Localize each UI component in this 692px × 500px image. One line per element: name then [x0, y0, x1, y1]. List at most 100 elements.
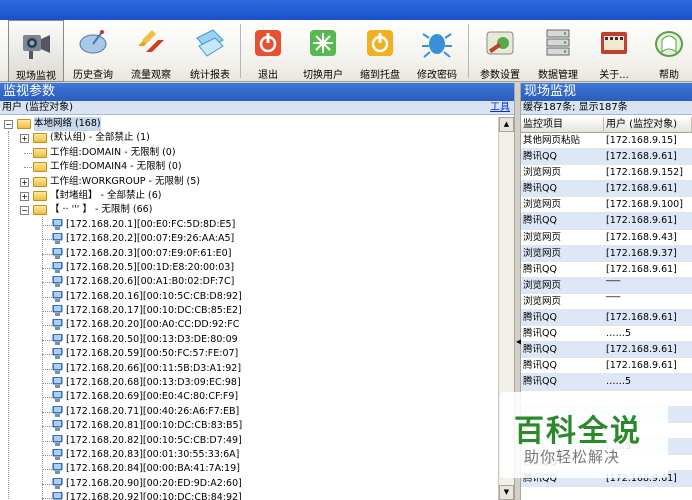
settings-tools-icon: [483, 26, 517, 60]
table-row[interactable]: 浏览网页 [172.168.9.43]: [521, 230, 692, 246]
expand-icon[interactable]: +: [20, 177, 29, 187]
folder-icon: [33, 176, 47, 187]
tree-group-item[interactable]: + (默认组) - 全部禁止 (1): [0, 131, 498, 145]
toolbar-button-3[interactable]: 统计报表: [182, 20, 238, 82]
tree-host-item[interactable]: [172.168.20.1][00:E0:FC:5D:8D:E5]: [0, 218, 498, 232]
column-header-item[interactable]: 监控项目: [521, 117, 604, 132]
toolbar-button-5[interactable]: 切换用户: [296, 20, 350, 82]
table-row[interactable]: 腾讯QQ [172.168.9.61]: [521, 262, 692, 278]
toolbar-button-2[interactable]: 流量观察: [124, 20, 178, 82]
computer-icon: [52, 290, 63, 303]
tree-group-item[interactable]: + 工作组:WORKGROUP - 无限制 (5): [0, 175, 498, 189]
scroll-up-button[interactable]: ▲: [499, 117, 514, 132]
tree-group-item[interactable]: 工作组:DOMAIN - 无限制 (0): [0, 146, 498, 160]
tree-connector: [42, 296, 52, 298]
tree-group-item[interactable]: + 【封堵组】 - 全部禁止 (6): [0, 189, 498, 203]
tree-host-item[interactable]: [172.168.20.66][00:11:5B:D3:A1:92]: [0, 362, 498, 376]
toolbar-button-0[interactable]: 现场监视: [8, 20, 64, 82]
expand-icon[interactable]: +: [20, 134, 29, 144]
cell-monitor-item: 浏览网页: [523, 167, 562, 179]
table-row[interactable]: 腾讯QQ [172.168.9.61]: [521, 342, 692, 359]
tree-host-item[interactable]: [172.168.20.2][00:07:E9:26:AA:A5]: [0, 232, 498, 246]
tree-item-label: 工作组:DOMAIN4 - 无限制 (0): [50, 161, 182, 173]
cell-monitor-item: 腾讯QQ: [523, 151, 557, 163]
table-row[interactable]: 浏览网页 [172.168.9.100]: [521, 197, 692, 214]
table-row[interactable]: 腾讯QQ ‥‥‥5: [521, 374, 692, 391]
tree-host-item[interactable]: [172.168.20.71][00:40:26:A6:F7:EB]: [0, 405, 498, 419]
tree-host-item[interactable]: [172.168.20.5][00:1D:E8:20:00:03]: [0, 261, 498, 275]
tree-item-label: [172.168.20.20][00:A0:CC:DD:92:FC: [66, 319, 240, 331]
expand-icon[interactable]: +: [20, 191, 29, 201]
toolbar-button-4[interactable]: 退出: [244, 20, 292, 82]
tree-host-item[interactable]: [172.168.20.92][00:10:DC:CB:84:92]: [0, 491, 498, 500]
computer-icon: [52, 448, 63, 461]
table-row[interactable]: 腾讯QQ [172.168.9.61]: [521, 213, 692, 230]
toolbar-separator: [240, 24, 241, 78]
tree-host-item[interactable]: [172.168.20.90][00:20:ED:9D:A2:60]: [0, 477, 498, 491]
toolbar-button-label: 修改密码: [417, 70, 457, 81]
toolbar-button-10[interactable]: 关于...: [590, 20, 638, 82]
table-row[interactable]: 腾讯QQ [172.168.9.61]: [521, 181, 692, 198]
table-row[interactable]: 腾讯QQ [172.168.9.61]: [521, 149, 692, 166]
tree-host-item[interactable]: [172.168.20.83][00:01:30:55:33:6A]: [0, 448, 498, 462]
tree-guide-line: [42, 217, 43, 500]
toolbar-button-9[interactable]: 数据管理: [532, 20, 584, 82]
server-icon: [541, 26, 575, 60]
cell-user: [172.168.9.152]: [606, 167, 683, 179]
tree-host-item[interactable]: [172.168.20.81][00:10:DC:CB:83:B5]: [0, 419, 498, 433]
tree-host-item[interactable]: [172.168.20.68][00:13:D3:09:EC:98]: [0, 376, 498, 390]
help-book-icon: [652, 26, 686, 60]
column-header-user[interactable]: 用户 (监控对象): [604, 117, 692, 132]
tree-host-item[interactable]: [172.168.20.59][00:50:FC:57:FE:07]: [0, 347, 498, 361]
cell-user: ‾‾‾: [606, 279, 621, 291]
tree-item-label: [172.168.20.66][00:11:5B:D3:A1:92]: [66, 362, 242, 374]
cell-monitor-item: 腾讯QQ: [523, 376, 557, 388]
cell-monitor-item: 其他网页粘贴: [523, 135, 581, 146]
toolbar-button-label: 缩到托盘: [360, 70, 400, 81]
computer-icon: [52, 247, 63, 260]
computer-icon: [52, 491, 63, 500]
table-row[interactable]: 其他网页粘贴 [172.168.9.15]: [521, 133, 692, 150]
tree-host-item[interactable]: [172.168.20.84][00:00:BA:41:7A:19]: [0, 462, 498, 476]
cell-user: [172.168.9.61]: [606, 215, 677, 227]
report-folder-icon: [193, 26, 227, 60]
table-row[interactable]: 腾讯QQ [172.168.9.61]: [521, 310, 692, 327]
tree-item-label: [172.168.20.1][00:E0:FC:5D:8D:E5]: [66, 218, 236, 230]
toolbar-button-11[interactable]: 帮助: [648, 20, 690, 82]
tree-group-item[interactable]: − 【 ·· ''' 】 - 无限制 (66): [0, 203, 498, 217]
table-row[interactable]: 浏览网页 [172.168.9.152]: [521, 165, 692, 182]
collapse-icon[interactable]: −: [4, 120, 13, 129]
tree-host-item[interactable]: [172.168.20.6][00:A1:B0:02:DF:7C]: [0, 275, 498, 289]
sparkle-icon: [306, 26, 340, 60]
cell-monitor-item: 浏览网页: [523, 231, 562, 243]
table-row[interactable]: 浏览网页 [172.168.9.37]: [521, 245, 692, 262]
toolbar-button-6[interactable]: 缩到托盘: [354, 20, 406, 82]
tools-link[interactable]: 工具: [490, 101, 510, 115]
tree-connector: [42, 282, 52, 284]
tree-host-item[interactable]: [172.168.20.69][00:E0:4C:80:CF:F9]: [0, 390, 498, 404]
tree-item-label: [172.168.20.83][00:01:30:55:33:6A]: [66, 448, 240, 460]
tree-host-item[interactable]: [172.168.20.16][00:10:5C:CB:D8:92]: [0, 290, 498, 304]
folder-icon: [33, 133, 47, 144]
tree-host-item[interactable]: [172.168.20.50][00:13:D3:DE:80:09: [0, 333, 498, 347]
tree-host-item[interactable]: [172.168.20.17][00:10:DC:CB:85:E2]: [0, 304, 498, 318]
tree-host-item[interactable]: [172.168.20.82][00:10:5C:CB:D7:49]: [0, 434, 498, 448]
computer-icon: [52, 419, 63, 432]
tree-host-item[interactable]: [172.168.20.20][00:A0:CC:DD:92:FC: [0, 318, 498, 332]
table-row[interactable]: 腾讯QQ ‥‥‥5: [521, 326, 692, 343]
table-row[interactable]: 腾讯QQ [172.168.9.61]: [521, 358, 692, 375]
computer-icon: [52, 376, 63, 389]
tree-item-label: [172.168.20.5][00:1D:E8:20:00:03]: [66, 261, 235, 273]
scroll-down-button[interactable]: ▼: [499, 485, 514, 500]
toolbar-button-7[interactable]: 修改密码: [410, 20, 464, 82]
toolbar-button-1[interactable]: 历史查询: [66, 20, 120, 82]
table-row[interactable]: 浏览网页 ‾‾‾: [521, 294, 692, 311]
toolbar-button-8[interactable]: 参数设置: [472, 20, 528, 82]
collapse-icon[interactable]: −: [20, 206, 29, 216]
toolbar-button-label: 历史查询: [73, 70, 113, 81]
table-row[interactable]: 浏览网页 ‾‾‾: [521, 277, 692, 294]
tree-host-item[interactable]: [172.168.20.3][00:07:E9:0F:61:E0]: [0, 247, 498, 261]
tree-group-item[interactable]: 工作组:DOMAIN4 - 无限制 (0): [0, 160, 498, 174]
tree-group-item[interactable]: − 本地网络 (168): [0, 117, 498, 131]
power-icon: [251, 26, 285, 60]
